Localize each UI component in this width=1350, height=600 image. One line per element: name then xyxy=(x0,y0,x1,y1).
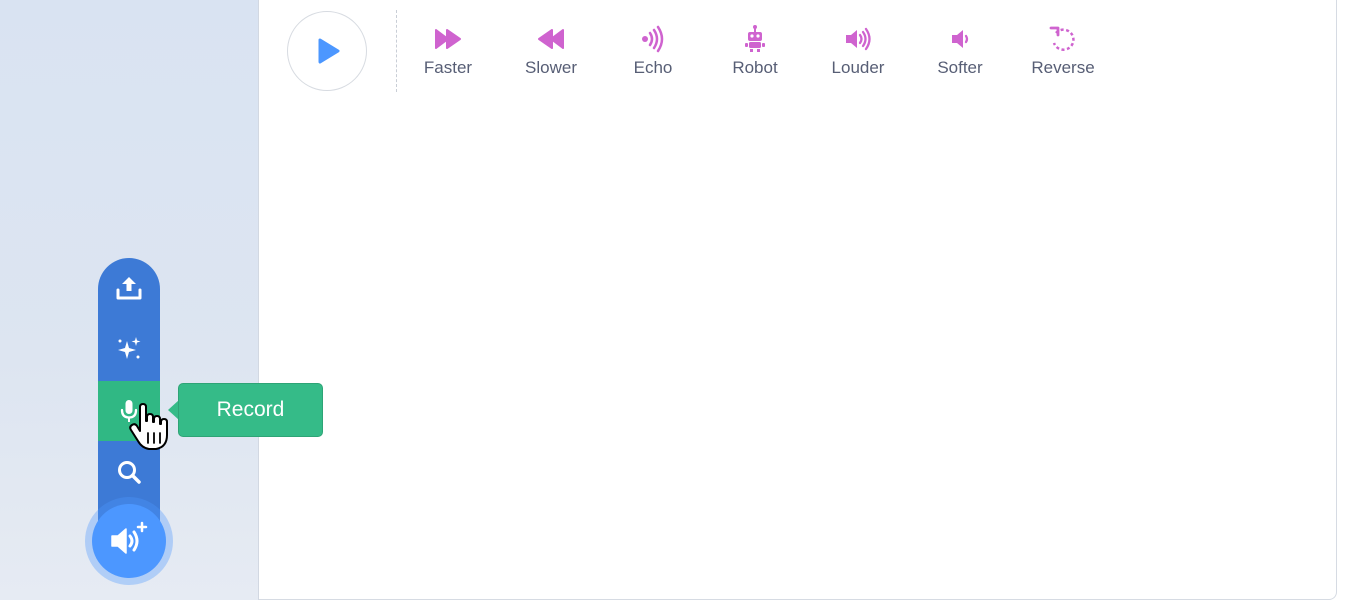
reverse-icon xyxy=(1049,26,1075,51)
slower-icon xyxy=(538,29,564,49)
effect-label: Louder xyxy=(831,58,885,77)
play-icon xyxy=(318,38,340,64)
add-sound-button[interactable] xyxy=(92,504,166,578)
louder-icon xyxy=(846,27,871,51)
softer-icon xyxy=(952,30,969,48)
effect-label: Robot xyxy=(732,58,778,77)
sound-editor-panel xyxy=(259,0,1337,600)
effect-faster-button[interactable]: Faster xyxy=(403,24,493,84)
search-icon xyxy=(118,461,141,484)
effect-echo-button[interactable]: Echo xyxy=(608,24,698,84)
effect-label: Softer xyxy=(937,58,983,77)
record-tooltip: Record xyxy=(178,383,323,437)
surprise-sparkle-icon xyxy=(118,337,141,359)
effect-softer-button[interactable]: Softer xyxy=(915,24,1005,84)
play-button[interactable] xyxy=(287,11,367,91)
surprise-button[interactable] xyxy=(98,319,160,379)
echo-icon xyxy=(642,25,664,53)
robot-icon xyxy=(745,25,765,52)
toolbar-divider xyxy=(396,10,397,92)
upload-sound-button[interactable] xyxy=(98,258,160,318)
effect-reverse-button[interactable]: Reverse xyxy=(1018,24,1108,84)
effect-louder-button[interactable]: Louder xyxy=(813,24,903,84)
effect-robot-button[interactable]: Robot xyxy=(710,24,800,84)
upload-icon xyxy=(116,277,142,300)
effect-label: Faster xyxy=(423,58,473,77)
faster-icon xyxy=(435,29,461,49)
add-sound-icon xyxy=(111,521,148,554)
effect-label: Reverse xyxy=(1031,58,1095,77)
effect-slower-button[interactable]: Slower xyxy=(506,24,596,84)
effect-label: Echo xyxy=(633,58,673,77)
effect-label: Slower xyxy=(525,58,577,77)
hand-pointer-cursor-icon xyxy=(129,403,168,450)
